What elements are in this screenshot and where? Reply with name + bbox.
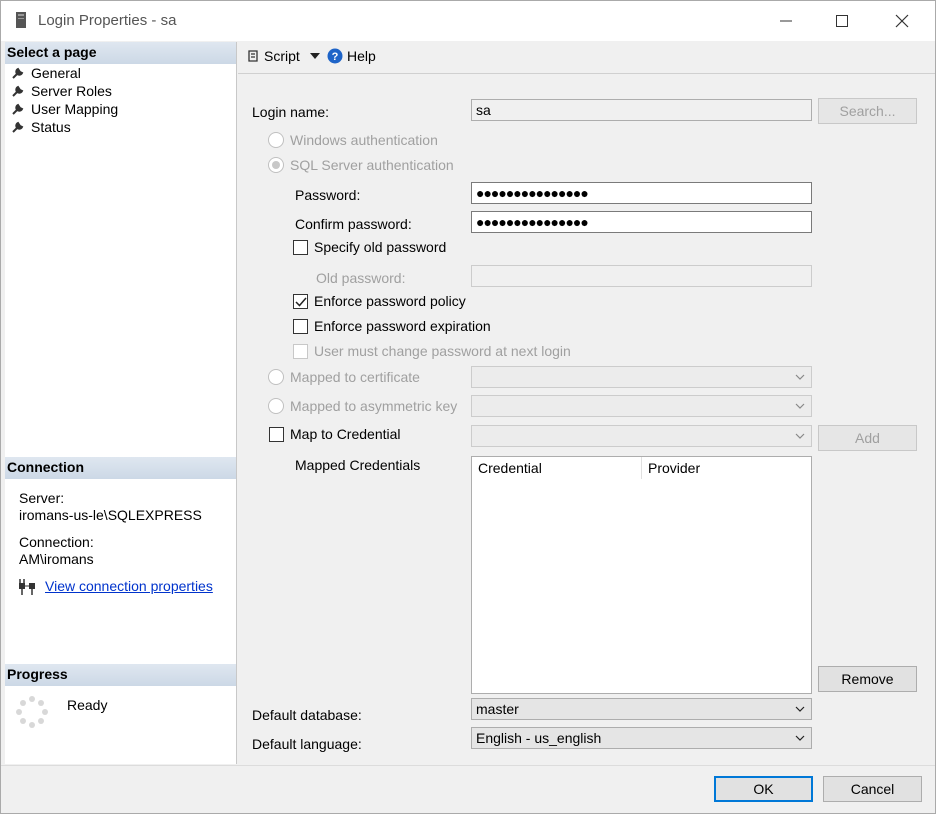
mapped-credentials-label: Mapped Credentials — [295, 457, 421, 473]
maximize-icon — [836, 15, 848, 27]
minimize-icon — [780, 20, 792, 22]
password-label: Password: — [295, 187, 361, 203]
add-button[interactable]: Add — [818, 425, 917, 451]
default-database-value: master — [476, 701, 519, 717]
close-icon — [895, 14, 909, 28]
default-language-dropdown[interactable]: English - us_english — [471, 727, 812, 749]
default-database-dropdown[interactable]: master — [471, 698, 812, 720]
cancel-button[interactable]: Cancel — [823, 776, 922, 802]
help-label: Help — [347, 48, 376, 64]
sql-auth-label: SQL Server authentication — [290, 157, 454, 173]
ok-button[interactable]: OK — [714, 776, 813, 802]
sql-auth-radio[interactable] — [268, 157, 284, 173]
confirm-password-field[interactable]: ●●●●●●●●●●●●●●● — [471, 211, 812, 233]
wrench-icon — [12, 67, 24, 79]
must-change-checkbox[interactable] — [293, 344, 308, 359]
map-to-credential-checkbox[interactable] — [269, 427, 284, 442]
remove-button[interactable]: Remove — [818, 666, 917, 692]
server-icon — [16, 12, 26, 28]
provider-column-header[interactable]: Provider — [642, 457, 812, 479]
login-properties-dialog: Login Properties - sa Select a page Gene… — [0, 0, 936, 814]
default-database-label: Default database: — [252, 707, 362, 723]
chevron-down-icon — [795, 433, 805, 439]
asymmetric-key-dropdown[interactable] — [471, 395, 812, 417]
login-name-label: Login name: — [252, 104, 330, 120]
certificate-dropdown[interactable] — [471, 366, 812, 388]
enforce-expiration-label: Enforce password expiration — [314, 318, 491, 334]
connection-value: AM\iromans — [19, 551, 94, 567]
specify-old-password-label: Specify old password — [314, 239, 447, 255]
chevron-down-icon — [795, 706, 805, 712]
progress-header: Progress — [5, 664, 236, 686]
old-password-field[interactable] — [471, 265, 812, 287]
window-title: Login Properties - sa — [38, 12, 177, 29]
windows-auth-radio[interactable] — [268, 132, 284, 148]
page-item-label: User Mapping — [31, 101, 119, 117]
page-item-label: Status — [31, 119, 71, 135]
enforce-policy-checkbox[interactable] — [293, 294, 308, 309]
server-label: Server: — [19, 490, 65, 506]
mapped-asymmetric-key-radio[interactable] — [268, 398, 284, 414]
chevron-down-icon — [795, 735, 805, 741]
page-item-label: General — [31, 65, 81, 81]
search-button[interactable]: Search... — [818, 98, 917, 124]
script-button[interactable]: Script — [246, 48, 320, 64]
specify-old-password-checkbox[interactable] — [293, 240, 308, 255]
minimize-button[interactable] — [763, 1, 809, 41]
help-button[interactable]: ? Help — [327, 48, 376, 64]
mapped-asymmetric-key-label: Mapped to asymmetric key — [290, 398, 458, 414]
credential-dropdown[interactable] — [471, 425, 812, 447]
dropdown-arrow-icon — [309, 53, 320, 59]
checkmark-icon — [295, 297, 307, 307]
mapped-credentials-grid[interactable]: Credential Provider — [471, 456, 812, 694]
button-bar: OK Cancel — [1, 765, 935, 813]
credential-column-header[interactable]: Credential — [472, 457, 642, 479]
progress-spinner-icon — [16, 696, 48, 728]
server-value: iromans-us-le\SQLEXPRESS — [19, 507, 202, 523]
page-item-status[interactable]: Status — [11, 118, 71, 136]
enforce-policy-label: Enforce password policy — [314, 293, 466, 309]
default-language-value: English - us_english — [476, 730, 602, 746]
wrench-icon — [12, 121, 24, 133]
view-connection-properties-link[interactable]: View connection properties — [45, 578, 213, 594]
script-label: Script — [264, 48, 300, 64]
select-page-header: Select a page — [5, 42, 236, 64]
mapped-certificate-label: Mapped to certificate — [290, 369, 420, 385]
maximize-button[interactable] — [819, 1, 865, 41]
page-item-label: Server Roles — [31, 83, 112, 99]
confirm-password-label: Confirm password: — [295, 216, 412, 232]
login-name-field[interactable]: sa — [471, 99, 812, 121]
left-pane: Select a page General Server Roles User … — [5, 42, 237, 764]
windows-auth-label: Windows authentication — [290, 132, 438, 148]
script-icon — [248, 50, 258, 62]
help-icon: ? — [327, 48, 343, 64]
chevron-down-icon — [795, 374, 805, 380]
connection-label: Connection: — [19, 534, 94, 550]
page-item-general[interactable]: General — [11, 64, 81, 82]
close-button[interactable] — [879, 1, 925, 41]
wrench-icon — [12, 85, 24, 97]
connection-header: Connection — [5, 457, 236, 479]
enforce-expiration-checkbox[interactable] — [293, 319, 308, 334]
page-item-server-roles[interactable]: Server Roles — [11, 82, 112, 100]
password-field[interactable]: ●●●●●●●●●●●●●●● — [471, 182, 812, 204]
title-bar: Login Properties - sa — [1, 1, 935, 41]
old-password-label: Old password: — [316, 270, 406, 286]
page-item-user-mapping[interactable]: User Mapping — [11, 100, 118, 118]
default-language-label: Default language: — [252, 736, 362, 752]
svg-text:?: ? — [332, 51, 339, 63]
mapped-certificate-radio[interactable] — [268, 369, 284, 385]
progress-status: Ready — [67, 697, 108, 713]
toolbar: Script ? Help — [238, 42, 935, 74]
plug-icon — [19, 579, 35, 595]
map-to-credential-label: Map to Credential — [290, 426, 401, 442]
chevron-down-icon — [795, 403, 805, 409]
must-change-label: User must change password at next login — [314, 343, 571, 359]
wrench-icon — [12, 103, 24, 115]
